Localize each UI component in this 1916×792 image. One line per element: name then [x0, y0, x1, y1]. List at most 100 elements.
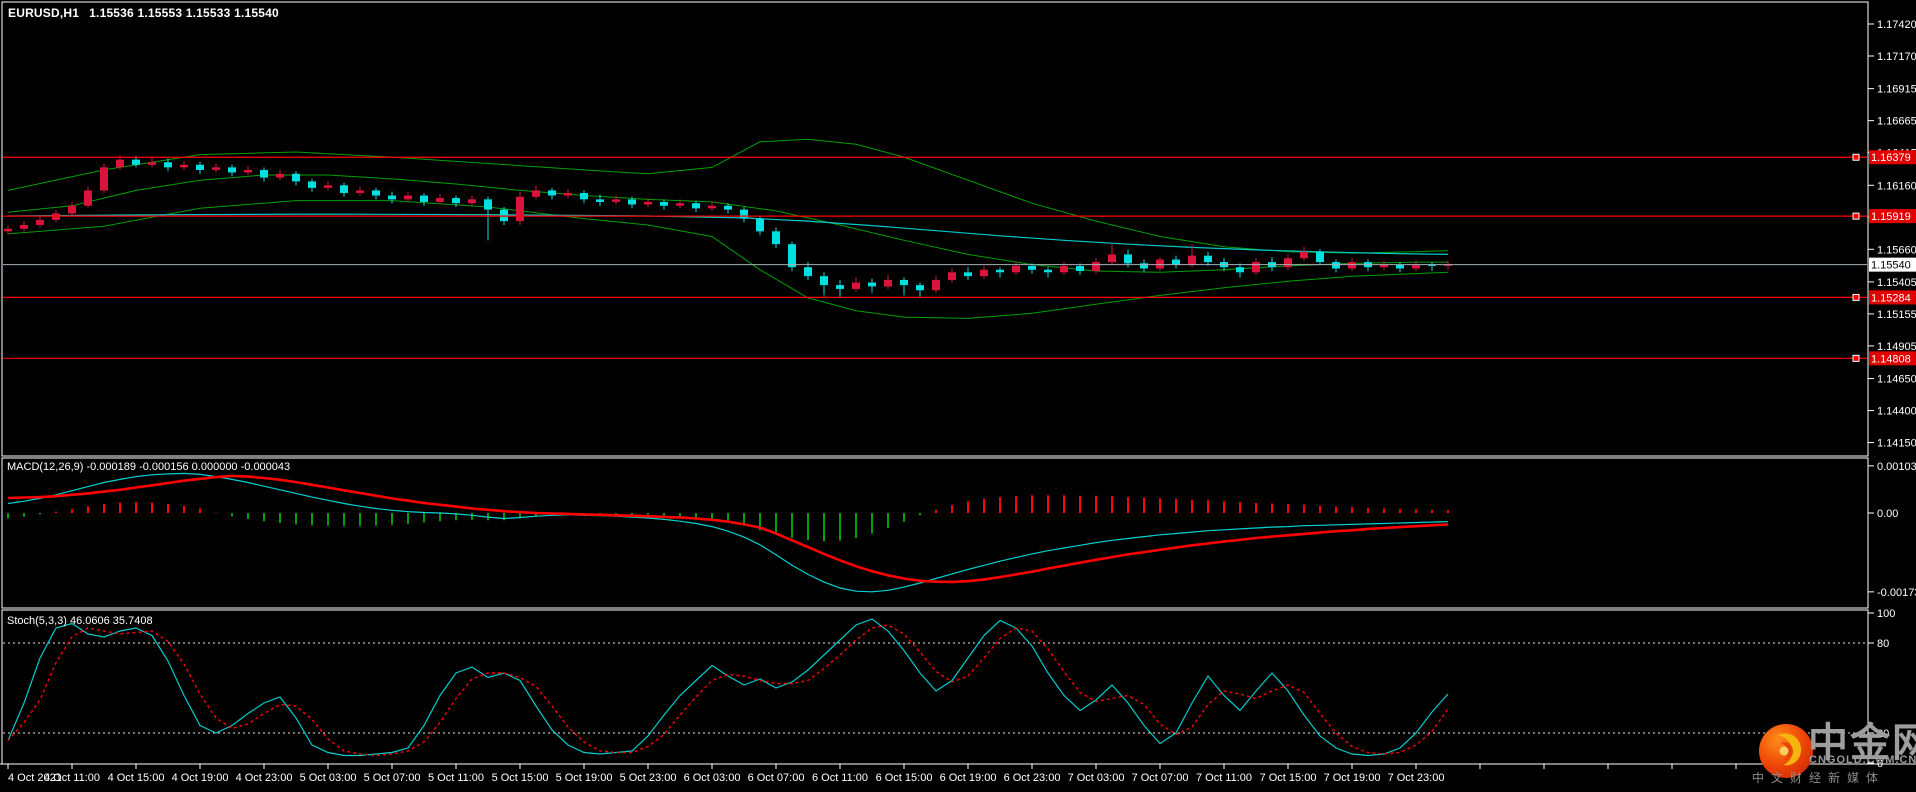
- candle: [324, 185, 332, 188]
- candle: [708, 205, 716, 209]
- svg-text:1.15405: 1.15405: [1877, 277, 1916, 289]
- candle: [948, 272, 956, 280]
- candle: [1252, 262, 1260, 273]
- svg-text:1.16379: 1.16379: [1871, 152, 1911, 164]
- candle: [84, 190, 92, 206]
- svg-text:1.14808: 1.14808: [1871, 353, 1911, 365]
- candlestick-series[interactable]: [4, 155, 1452, 298]
- candle: [468, 199, 476, 204]
- price-axis[interactable]: 1.174201.171701.169151.166651.164151.161…: [1868, 19, 1916, 450]
- candle: [1108, 254, 1116, 263]
- symbol-period-label: EURUSD,H1: [8, 6, 80, 20]
- candle: [1300, 251, 1308, 259]
- candle: [1236, 267, 1244, 273]
- candle: [1172, 259, 1180, 265]
- macd-main-line: [7, 472, 1449, 593]
- svg-text:1.15155: 1.15155: [1877, 309, 1916, 321]
- time-label: 5 Oct 15:00: [492, 772, 549, 784]
- candle: [1044, 269, 1052, 273]
- time-label: 5 Oct 03:00: [300, 772, 357, 784]
- macd-axis[interactable]: 0.001037 0.00 -0.001734: [1868, 461, 1916, 599]
- candle: [420, 195, 428, 202]
- candle: [1092, 262, 1100, 272]
- svg-text:1.14905: 1.14905: [1877, 341, 1916, 353]
- candle: [292, 173, 300, 182]
- hline-handle: [1852, 293, 1860, 301]
- candle: [228, 167, 236, 173]
- time-axis[interactable]: 4 Oct 20214 Oct 11:00 4 Oct 15:00 4 Oct 19…: [7, 764, 1801, 784]
- candle: [884, 280, 892, 287]
- candle: [244, 169, 252, 173]
- svg-text:1.15660: 1.15660: [1877, 244, 1916, 256]
- svg-text:1.14650: 1.14650: [1877, 374, 1916, 386]
- stoch-k-line: [7, 618, 1449, 757]
- candle: [1316, 251, 1324, 263]
- candle: [1412, 264, 1420, 269]
- candle: [1204, 255, 1212, 263]
- svg-text:0.001037: 0.001037: [1877, 461, 1916, 473]
- time-label: 7 Oct 03:00: [1068, 772, 1125, 784]
- svg-text:1.16915: 1.16915: [1877, 84, 1916, 96]
- candle: [180, 164, 188, 168]
- watermark-domain-text: CNGOLD.COM.CN: [1809, 754, 1916, 766]
- price-hlines[interactable]: [3, 153, 1867, 362]
- svg-text:1.16665: 1.16665: [1877, 116, 1916, 128]
- candle: [1140, 263, 1148, 269]
- candle: [308, 181, 316, 188]
- candle: [68, 205, 76, 214]
- time-label: 5 Oct 07:00: [364, 772, 421, 784]
- svg-text:1.17420: 1.17420: [1877, 19, 1916, 31]
- candle: [20, 224, 28, 229]
- candle: [356, 190, 364, 193]
- time-label: 6 Oct 19:00: [940, 772, 997, 784]
- svg-text:1.15919: 1.15919: [1871, 211, 1911, 223]
- candle: [516, 196, 524, 222]
- svg-text:1.15284: 1.15284: [1871, 292, 1911, 304]
- candle: [644, 201, 652, 205]
- candle: [36, 219, 44, 225]
- chart-canvas[interactable]: 1.174201.171701.169151.166651.164151.161…: [0, 0, 1916, 792]
- svg-text:1.16160: 1.16160: [1877, 180, 1916, 192]
- candle: [1332, 262, 1340, 269]
- candle: [1028, 265, 1036, 270]
- candle: [628, 199, 636, 205]
- chart-title: EURUSD,H1 1.15536 1.15553 1.15533 1.15540: [8, 6, 279, 20]
- candle: [1188, 255, 1196, 265]
- time-label: 6 Oct 15:00: [876, 772, 933, 784]
- candle: [548, 190, 556, 196]
- candle: [196, 164, 204, 170]
- candle: [964, 272, 972, 277]
- time-label: 4 Oct 15:00: [108, 772, 165, 784]
- time-label: 6 Oct 11:00: [812, 772, 868, 784]
- stoch-panel[interactable]: [3, 618, 1867, 757]
- candle: [276, 173, 284, 178]
- candle: [260, 169, 268, 178]
- candle: [452, 198, 460, 204]
- bb-middle-line: [7, 174, 1448, 273]
- candle: [500, 209, 508, 222]
- time-label: 5 Oct 23:00: [620, 772, 677, 784]
- candle: [212, 167, 220, 170]
- time-label: 4 Oct 23:00: [236, 772, 293, 784]
- candle: [852, 282, 860, 289]
- stoch-indicator-label: Stoch(5,3,3) 46.0606 35.7408: [7, 615, 153, 627]
- candle: [580, 192, 588, 200]
- candle: [868, 282, 876, 287]
- svg-text:1.14150: 1.14150: [1877, 438, 1916, 450]
- candle: [836, 285, 844, 289]
- candle: [564, 192, 572, 196]
- candle: [1060, 265, 1068, 273]
- indicator-overlays: [7, 138, 1449, 319]
- time-label: 6 Oct 03:00: [684, 772, 741, 784]
- svg-text:100: 100: [1877, 608, 1895, 620]
- hline-handle: [1852, 212, 1860, 220]
- candle: [756, 218, 764, 232]
- panel-frames: [0, 1, 1916, 765]
- candle: [612, 199, 620, 202]
- candle: [532, 190, 540, 197]
- macd-panel[interactable]: [7, 472, 1449, 593]
- mt4-chart-window: 1.174201.171701.169151.166651.164151.161…: [0, 0, 1916, 792]
- candle: [772, 231, 780, 245]
- candle: [916, 285, 924, 291]
- candle: [660, 201, 668, 206]
